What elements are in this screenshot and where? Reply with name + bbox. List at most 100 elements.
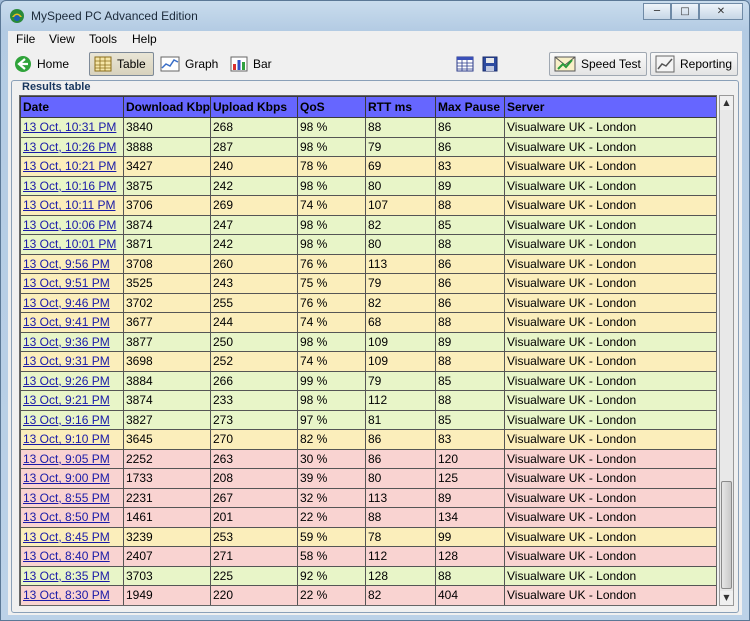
column-header-download[interactable]: Download Kbps xyxy=(123,96,211,118)
cell-qos: 74 % xyxy=(297,312,366,333)
table-row[interactable]: 13 Oct, 9:56 PM 3708 260 76 % 113 86 Visualwar… xyxy=(20,253,716,274)
table-row[interactable]: 13 Oct, 10:01 PM 3871 242 98 % 80 88 Visualwar… xyxy=(20,234,716,255)
table-row[interactable]: 13 Oct, 10:26 PM 3888 287 98 % 79 86 Visualwar… xyxy=(20,136,716,157)
column-header-date[interactable]: Date xyxy=(20,96,124,118)
title-bar[interactable]: MySpeed PC Advanced Edition ─ □ ✕ xyxy=(1,1,749,31)
date-link[interactable]: 13 Oct, 10:16 PM xyxy=(23,179,116,193)
table-row[interactable]: 13 Oct, 8:40 PM 2407 271 58 % 112 128 Visualwa… xyxy=(20,546,716,567)
date-link[interactable]: 13 Oct, 8:55 PM xyxy=(23,491,110,505)
date-link[interactable]: 13 Oct, 8:50 PM xyxy=(23,510,110,524)
column-header-max-pause[interactable]: Max Pause xyxy=(435,96,505,118)
table-row[interactable]: 13 Oct, 9:46 PM 3702 255 76 % 82 86 Visualware… xyxy=(20,292,716,313)
cell-upload: 255 xyxy=(210,292,298,313)
cell-date: 13 Oct, 9:16 PM xyxy=(20,409,124,430)
table-row[interactable]: 13 Oct, 9:10 PM 3645 270 82 % 86 83 Visualware… xyxy=(20,429,716,450)
date-link[interactable]: 13 Oct, 9:05 PM xyxy=(23,452,110,466)
date-link[interactable]: 13 Oct, 9:21 PM xyxy=(23,393,110,407)
date-link[interactable]: 13 Oct, 10:26 PM xyxy=(23,140,116,154)
save-button[interactable] xyxy=(478,52,502,76)
table-row[interactable]: 13 Oct, 8:55 PM 2231 267 32 % 113 89 Visualwar… xyxy=(20,487,716,508)
table-row[interactable]: 13 Oct, 9:51 PM 3525 243 75 % 79 86 Visualware… xyxy=(20,273,716,294)
reporting-icon xyxy=(655,55,675,73)
table-row[interactable]: 13 Oct, 9:00 PM 1733 208 39 % 80 125 Visualwar… xyxy=(20,468,716,489)
scroll-up-icon[interactable]: ▲ xyxy=(720,96,733,110)
cell-max-pause: 88 xyxy=(435,312,505,333)
date-link[interactable]: 13 Oct, 9:16 PM xyxy=(23,413,110,427)
cell-qos: 98 % xyxy=(297,117,366,138)
reporting-button[interactable]: Reporting xyxy=(650,52,738,76)
date-link[interactable]: 13 Oct, 10:01 PM xyxy=(23,237,116,251)
table-button[interactable]: Table xyxy=(89,52,154,76)
minimize-button[interactable]: ─ xyxy=(643,3,671,20)
menu-file[interactable]: File xyxy=(16,32,35,46)
date-link[interactable]: 13 Oct, 9:56 PM xyxy=(23,257,110,271)
columns-button[interactable] xyxy=(452,52,478,76)
graph-button[interactable]: Graph xyxy=(156,52,222,76)
speed-test-button[interactable]: Speed Test xyxy=(549,52,647,76)
scroll-down-icon[interactable]: ▼ xyxy=(720,591,733,605)
toolbar: Home Table Graph Bar Speed Test Reportin… xyxy=(8,50,742,78)
cell-max-pause: 86 xyxy=(435,253,505,274)
table-row[interactable]: 13 Oct, 9:05 PM 2252 263 30 % 86 120 Visualwar… xyxy=(20,448,716,469)
table-row[interactable]: 13 Oct, 8:45 PM 3239 253 59 % 78 99 Visualware… xyxy=(20,526,716,547)
date-link[interactable]: 13 Oct, 9:26 PM xyxy=(23,374,110,388)
cell-upload: 268 xyxy=(210,117,298,138)
date-link[interactable]: 13 Oct, 9:36 PM xyxy=(23,335,110,349)
cell-rtt: 81 xyxy=(365,409,436,430)
date-link[interactable]: 13 Oct, 9:10 PM xyxy=(23,432,110,446)
date-link[interactable]: 13 Oct, 8:40 PM xyxy=(23,549,110,563)
bar-button[interactable]: Bar xyxy=(226,52,276,76)
cell-max-pause: 86 xyxy=(435,136,505,157)
date-link[interactable]: 13 Oct, 10:31 PM xyxy=(23,120,116,134)
date-link[interactable]: 13 Oct, 9:46 PM xyxy=(23,296,110,310)
cell-server: Visualware UK - London xyxy=(504,292,716,313)
bar-label: Bar xyxy=(253,57,272,71)
table-row[interactable]: 13 Oct, 10:31 PM 3840 268 98 % 88 86 Visualwar… xyxy=(20,117,716,138)
vertical-scrollbar[interactable]: ▲ ▼ xyxy=(719,95,734,606)
close-button[interactable]: ✕ xyxy=(699,3,743,20)
table-row[interactable]: 13 Oct, 10:16 PM 3875 242 98 % 80 89 Visualwar… xyxy=(20,175,716,196)
column-header-qos[interactable]: QoS xyxy=(297,96,366,118)
column-header-server[interactable]: Server xyxy=(504,96,716,118)
column-header-rtt[interactable]: RTT ms xyxy=(365,96,436,118)
menu-help[interactable]: Help xyxy=(132,32,157,46)
menu-view[interactable]: View xyxy=(49,32,75,46)
date-link[interactable]: 13 Oct, 9:41 PM xyxy=(23,315,110,329)
table-row[interactable]: 13 Oct, 8:30 PM 1949 220 22 % 82 404 Visualwar… xyxy=(20,585,716,605)
cell-download: 3703 xyxy=(123,565,211,586)
table-row[interactable]: 13 Oct, 10:06 PM 3874 247 98 % 82 85 Visualwar… xyxy=(20,214,716,235)
date-link[interactable]: 13 Oct, 9:00 PM xyxy=(23,471,110,485)
table-row[interactable]: 13 Oct, 9:21 PM 3874 233 98 % 112 88 Visualwar… xyxy=(20,390,716,411)
cell-server: Visualware UK - London xyxy=(504,175,716,196)
home-button[interactable]: Home xyxy=(10,52,73,76)
cell-max-pause: 88 xyxy=(435,390,505,411)
cell-rtt: 82 xyxy=(365,292,436,313)
table-row[interactable]: 13 Oct, 10:21 PM 3427 240 78 % 69 83 Visualwar… xyxy=(20,156,716,177)
column-header-upload[interactable]: Upload Kbps xyxy=(210,96,298,118)
date-link[interactable]: 13 Oct, 9:51 PM xyxy=(23,276,110,290)
table-row[interactable]: 13 Oct, 9:41 PM 3677 244 74 % 68 88 Visualware… xyxy=(20,312,716,333)
table-row[interactable]: 13 Oct, 9:26 PM 3884 266 99 % 79 85 Visualware… xyxy=(20,370,716,391)
cell-upload: 208 xyxy=(210,468,298,489)
table-row[interactable]: 13 Oct, 8:35 PM 3703 225 92 % 128 88 Visualwar… xyxy=(20,565,716,586)
cell-max-pause: 128 xyxy=(435,546,505,567)
date-link[interactable]: 13 Oct, 8:30 PM xyxy=(23,588,110,602)
maximize-button[interactable]: □ xyxy=(671,3,699,20)
cell-server: Visualware UK - London xyxy=(504,331,716,352)
date-link[interactable]: 13 Oct, 8:45 PM xyxy=(23,530,110,544)
table-row[interactable]: 13 Oct, 8:50 PM 1461 201 22 % 88 134 Visualwar… xyxy=(20,507,716,528)
table-row[interactable]: 13 Oct, 9:31 PM 3698 252 74 % 109 88 Visualwar… xyxy=(20,351,716,372)
table-row[interactable]: 13 Oct, 9:36 PM 3877 250 98 % 109 89 Visualwar… xyxy=(20,331,716,352)
date-link[interactable]: 13 Oct, 10:06 PM xyxy=(23,218,116,232)
scroll-thumb[interactable] xyxy=(721,481,732,589)
cell-max-pause: 88 xyxy=(435,234,505,255)
speed-test-icon xyxy=(554,56,576,72)
date-link[interactable]: 13 Oct, 9:31 PM xyxy=(23,354,110,368)
cell-max-pause: 86 xyxy=(435,117,505,138)
table-row[interactable]: 13 Oct, 10:11 PM 3706 269 74 % 107 88 Visualwa… xyxy=(20,195,716,216)
table-row[interactable]: 13 Oct, 9:16 PM 3827 273 97 % 81 85 Visualware… xyxy=(20,409,716,430)
menu-tools[interactable]: Tools xyxy=(89,32,117,46)
date-link[interactable]: 13 Oct, 8:35 PM xyxy=(23,569,110,583)
date-link[interactable]: 13 Oct, 10:11 PM xyxy=(23,198,116,212)
date-link[interactable]: 13 Oct, 10:21 PM xyxy=(23,159,116,173)
